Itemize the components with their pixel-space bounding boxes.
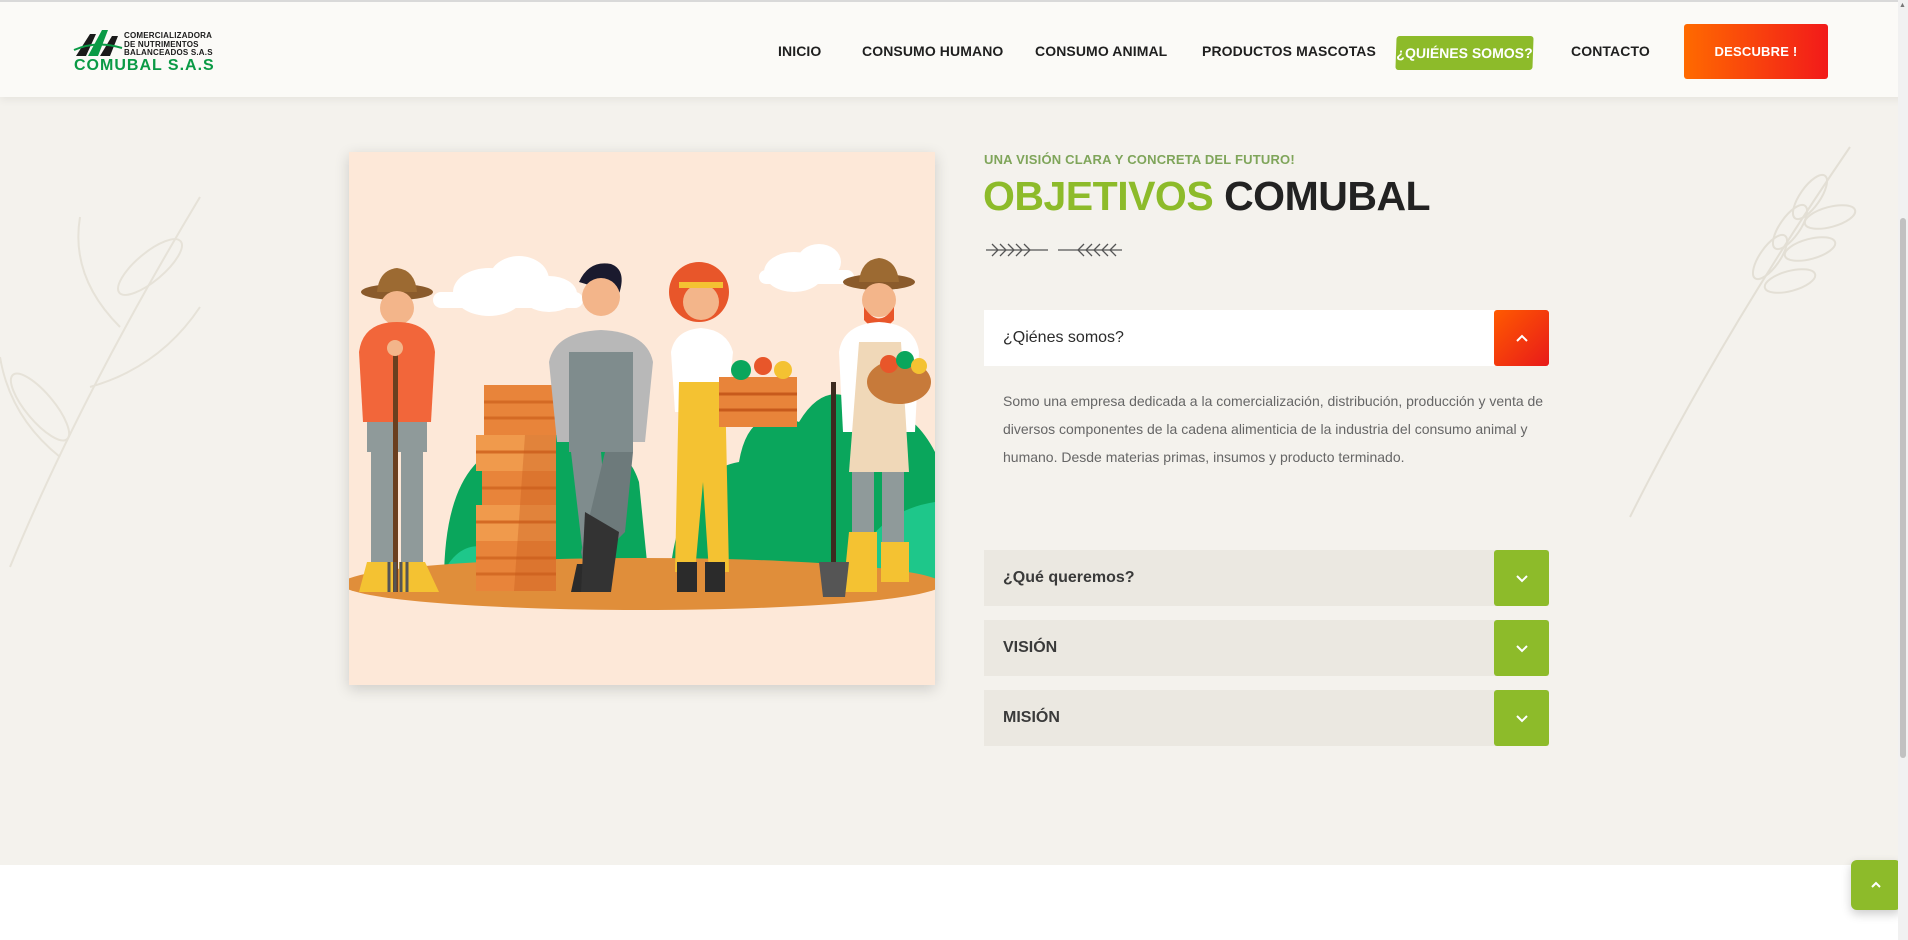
accordion-toggle[interactable]	[1494, 310, 1549, 366]
accordion-toggle[interactable]	[1494, 550, 1549, 606]
title-highlight: OBJETIVOS	[983, 173, 1214, 219]
page-scrollbar[interactable]: ▲	[1898, 0, 1908, 940]
accordion-title: MISIÓN	[1003, 709, 1060, 726]
accordion-vision[interactable]: VISIÓN	[984, 620, 1549, 676]
logo-subtitle: COMERCIALIZADORA DE NUTRIMENTOS BALANCEA…	[124, 31, 213, 58]
chevron-up-icon	[1515, 334, 1528, 342]
scrollbar-thumb[interactable]	[1900, 218, 1906, 758]
leaf-decoration-icon	[0, 196, 201, 568]
nav-item-consumo-animal[interactable]: CONSUMO ANIMAL	[1035, 43, 1167, 59]
nav-item-inicio[interactable]: INICIO	[778, 43, 821, 59]
section-title: OBJETIVOS COMUBAL	[983, 173, 1431, 220]
farmers-illustration-icon	[349, 152, 935, 685]
accordion-mision[interactable]: MISIÓN	[984, 690, 1549, 746]
title-rest: COMUBAL	[1224, 173, 1431, 219]
accordion-body: Somo una empresa dedicada a la comercial…	[1003, 393, 1544, 465]
descubre-button[interactable]: DESCUBRE !	[1684, 24, 1828, 79]
accordion-title: VISIÓN	[1003, 639, 1058, 656]
wheat-arrows-icon	[986, 243, 1122, 257]
accordion-que-queremos[interactable]: ¿Qué queremos?	[984, 550, 1549, 606]
farmers-illustration	[349, 152, 935, 685]
accordion-title: ¿Qiénes somos?	[1003, 329, 1124, 346]
accordion-quienes-somos[interactable]: ¿Qiénes somos?	[984, 310, 1549, 366]
logo-mark-icon	[73, 30, 123, 56]
logo-brand: COMUBAL S.A.S	[74, 57, 215, 74]
nav-item-quienes-somos[interactable]: ¿QUIÉNES SOMOS?	[1395, 36, 1534, 70]
section-eyebrow: UNA VISIÓN CLARA Y CONCRETA DEL FUTURO!	[984, 152, 1295, 167]
comubal-logo[interactable]: COMERCIALIZADORA DE NUTRIMENTOS BALANCEA…	[72, 24, 232, 80]
chevron-up-icon	[1871, 881, 1881, 888]
site-header: COMERCIALIZADORA DE NUTRIMENTOS BALANCEA…	[0, 0, 1908, 97]
objectives-section: UNA VISIÓN CLARA Y CONCRETA DEL FUTURO! …	[0, 97, 1908, 865]
nav-item-consumo-humano[interactable]: CONSUMO HUMANO	[862, 43, 1003, 59]
chevron-down-icon	[1515, 645, 1528, 653]
nav-item-contacto[interactable]: CONTACTO	[1571, 43, 1650, 59]
chevron-down-icon	[1515, 575, 1528, 583]
wheat-decoration-icon	[1629, 146, 1857, 518]
accordion-title: ¿Qué queremos?	[1003, 569, 1135, 586]
chevron-down-icon	[1515, 715, 1528, 723]
scroll-up-icon[interactable]: ▲	[1899, 2, 1906, 9]
accordion-toggle[interactable]	[1494, 620, 1549, 676]
accordion-toggle[interactable]	[1494, 690, 1549, 746]
back-to-top-button[interactable]	[1851, 860, 1901, 910]
nav-item-productos-mascotas[interactable]: PRODUCTOS MASCOTAS	[1202, 43, 1376, 59]
